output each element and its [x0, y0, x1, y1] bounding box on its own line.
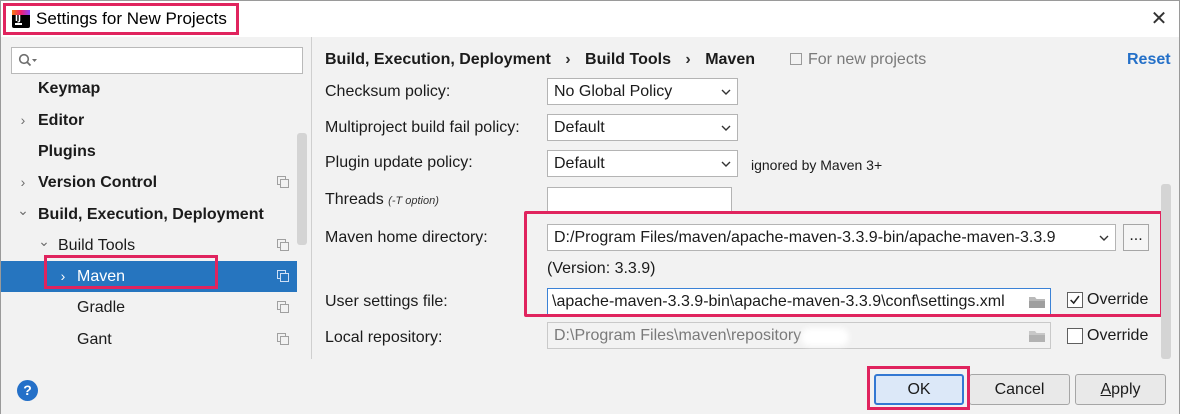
threads-label-text: Threads [325, 191, 384, 208]
sidebar-item-version-control[interactable]: › Version Control [1, 167, 297, 198]
help-button[interactable]: ? [17, 380, 38, 401]
sidebar-item-label: Compiler [58, 351, 122, 359]
sidebar-item-label: Gradle [77, 299, 126, 316]
copy-icon [277, 301, 289, 313]
search-icon [18, 53, 37, 67]
sidebar-item-compiler[interactable]: › Compiler [1, 351, 297, 359]
sidebar-item-editor[interactable]: › Editor [1, 105, 297, 136]
reset-link[interactable]: Reset [1127, 51, 1171, 69]
folder-icon[interactable] [1028, 329, 1046, 343]
select-value: Default [554, 119, 605, 136]
apply-mnemonic: A [1100, 381, 1112, 398]
sidebar-item-keymap[interactable]: Keymap [1, 79, 297, 104]
sidebar-item-label: Version Control [38, 174, 158, 191]
sidebar-item-label: Keymap [38, 80, 101, 97]
apply-button[interactable]: Apply [1075, 374, 1166, 405]
select-value: Default [554, 155, 605, 172]
breadcrumb-separator: › [685, 51, 691, 68]
local-repository-label: Local repository: [325, 329, 443, 346]
chevron-down-icon [721, 161, 731, 167]
copy-icon [277, 176, 289, 188]
local-repository-override-label: Override [1087, 327, 1149, 344]
maven-home-label: Maven home directory: [325, 229, 488, 246]
redaction-smudge [801, 328, 849, 346]
sidebar-item-plugins[interactable]: Plugins [1, 136, 297, 167]
copy-icon [790, 53, 802, 65]
chevron-down-icon [721, 89, 731, 95]
breadcrumb-item: Maven [705, 51, 755, 68]
settings-search-input[interactable] [11, 47, 303, 74]
settings-dialog: IJ Settings for New Projects ✕ Keymap › … [0, 0, 1180, 414]
title-highlight-box [3, 3, 239, 35]
select-value: No Global Policy [554, 83, 673, 100]
multiproject-fail-policy-select[interactable]: Default [547, 114, 738, 141]
settings-sidebar: Keymap › Editor Plugins › Version Contro… [1, 37, 311, 359]
copy-icon [277, 270, 289, 282]
breadcrumb: Build, Execution, Deployment › Build Too… [325, 51, 765, 69]
scope-note: For new projects [790, 51, 926, 69]
copy-icon [277, 239, 289, 251]
checksum-policy-select[interactable]: No Global Policy [547, 78, 738, 105]
multiproject-fail-policy-label: Multiproject build fail policy: [325, 119, 520, 136]
sidebar-item-label: Editor [38, 112, 85, 129]
breadcrumb-item: Build, Execution, Deployment [325, 51, 551, 68]
plugin-update-note: ignored by Maven 3+ [751, 157, 883, 173]
chevron-right-icon[interactable]: › [16, 105, 30, 136]
threads-hint: (-T option) [388, 195, 439, 207]
checksum-policy-label: Checksum policy: [325, 83, 451, 100]
copy-icon [277, 333, 289, 345]
user-settings-label: User settings file: [325, 293, 448, 310]
breadcrumb-item: Build Tools [585, 51, 671, 68]
cancel-button[interactable]: Cancel [969, 374, 1070, 405]
ok-highlight-box [867, 366, 970, 410]
input-value: D:\Program Files\maven\repository [554, 327, 802, 344]
sidebar-item-gradle[interactable]: Gradle [1, 292, 297, 323]
close-button[interactable]: ✕ [1144, 5, 1174, 33]
chevron-down-icon [721, 125, 731, 131]
breadcrumb-separator: › [565, 51, 571, 68]
maven-highlight-box [44, 255, 218, 289]
settings-tree: Keymap › Editor Plugins › Version Contro… [1, 79, 297, 359]
chevron-right-icon[interactable]: › [37, 351, 51, 359]
local-repository-input[interactable]: D:\Program Files\maven\repository [547, 322, 1051, 349]
chevron-right-icon[interactable]: › [16, 167, 30, 198]
chevron-down-icon[interactable]: ⌄ [16, 195, 30, 226]
threads-input[interactable] [547, 187, 732, 214]
chevron-down-icon[interactable]: ⌄ [37, 226, 51, 257]
plugin-update-policy-label: Plugin update policy: [325, 154, 473, 171]
dialog-footer: ? OK Cancel Apply [1, 359, 1179, 414]
plugin-update-policy-select[interactable]: Default [547, 150, 738, 177]
threads-label: Threads (-T option) [325, 191, 439, 209]
maven-config-highlight-box [524, 211, 1163, 317]
local-repository-override-checkbox[interactable] [1067, 328, 1083, 344]
settings-scrollbar[interactable] [1161, 184, 1171, 359]
sidebar-item-label: Build, Execution, Deployment [38, 206, 264, 223]
sidebar-item-label: Plugins [38, 143, 96, 160]
apply-label-rest: pply [1111, 381, 1141, 398]
sidebar-scrollbar[interactable] [297, 133, 307, 245]
scope-note-text: For new projects [808, 51, 927, 68]
